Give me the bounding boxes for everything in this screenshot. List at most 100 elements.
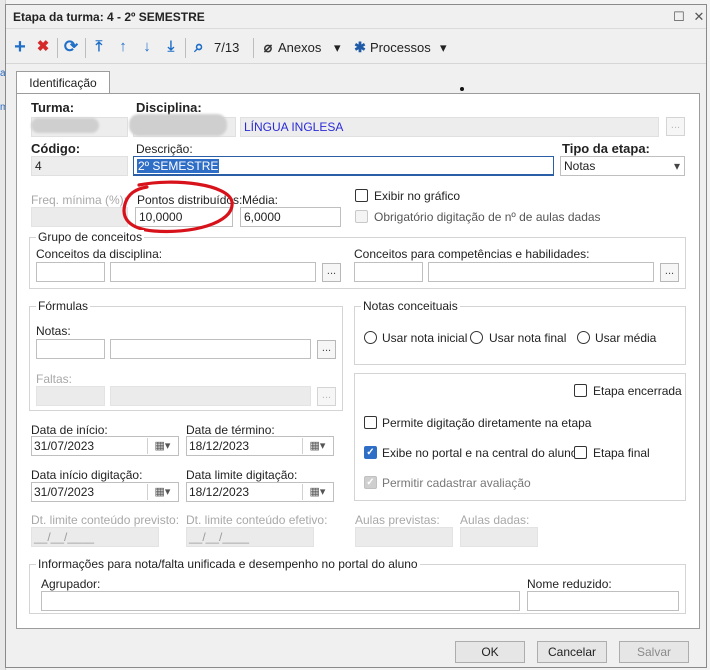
next-record-icon[interactable]: ↓ [138,37,156,57]
etapa-encerrada-label: Etapa encerrada [593,384,682,398]
aulas-dadas-field[interactable] [460,527,538,547]
faltas-name-field[interactable] [110,386,311,406]
toolbar: + ✖ ⟳ ⤒ ↑ ↓ ⤓ ⌕ 7/13 ⌀ Anexos ▾ ✱ Proces… [6,30,706,64]
last-record-icon[interactable]: ⤓ [162,37,180,57]
permite-digitacao-checkbox[interactable] [364,416,377,429]
calendar-icon[interactable]: ▦▾ [302,484,332,500]
cancel-button[interactable]: Cancelar [537,641,607,663]
delete-icon[interactable]: ✖ [33,37,53,57]
calendar-icon[interactable]: ▦▾ [147,484,177,500]
search-icon[interactable]: ⌕ [190,37,208,57]
tipo-etapa-select[interactable]: Notas ▾ [560,156,685,176]
close-button[interactable]: ✕ [690,8,708,26]
usar-nota-final-label: Usar nota final [489,331,567,345]
data-termino-label: Data de término: [186,423,275,437]
processes-menu[interactable]: Processos [370,40,431,55]
add-icon[interactable]: + [10,37,30,57]
data-limite-digitacao-field[interactable]: 18/12/2023 ▦▾ [186,482,334,502]
data-inicio-digitacao-field[interactable]: 31/07/2023 ▦▾ [31,482,179,502]
identificacao-panel: Turma: Disciplina: LÍNGUA INGLESA ... Có… [16,93,700,629]
media-label: Média: [242,193,279,207]
conceitos-competencias-lookup-button[interactable]: ... [660,263,679,282]
exibir-grafico-checkbox[interactable] [355,189,368,202]
descricao-label: Descrição: [136,142,193,156]
ok-button[interactable]: OK [455,641,525,663]
media-field[interactable]: 6,0000 [240,207,341,227]
etapa-encerrada-checkbox[interactable] [574,384,587,397]
data-inicio-digitacao-value: 31/07/2023 [34,485,95,499]
dt-limite-previsto-label: Dt. limite conteúdo previsto: [31,513,180,527]
conceitos-competencias-code-field[interactable] [354,262,423,282]
nome-reduzido-field[interactable] [527,591,679,611]
tab-identificacao[interactable]: Identificação [16,71,110,94]
attachments-menu[interactable]: Anexos [278,40,321,55]
previous-record-icon[interactable]: ↑ [114,37,132,57]
conceitos-disciplina-lookup-button[interactable]: ... [322,263,341,282]
window-title: Etapa da turma: 4 - 2º SEMESTRE [13,10,205,24]
record-counter: 7/13 [214,40,240,55]
processes-icon[interactable]: ✱ [353,37,367,57]
formulas-group: Fórmulas Notas: ... Faltas: ... [29,299,343,411]
conceitos-disciplina-name-field[interactable] [110,262,316,282]
data-termino-field[interactable]: 18/12/2023 ▦▾ [186,436,334,456]
permitir-avaliacao-checkbox[interactable]: ✓ [364,476,377,489]
grupo-conceitos-title: Grupo de conceitos [36,230,145,244]
refresh-icon[interactable]: ⟳ [61,37,81,57]
chevron-down-icon: ▾ [673,159,680,173]
title-bar: Etapa da turma: 4 - 2º SEMESTRE ☐ ✕ [6,5,706,29]
conceitos-competencias-label: Conceitos para competências e habilidade… [354,247,590,261]
tipo-etapa-value: Notas [564,159,596,173]
calendar-icon[interactable]: ▦▾ [302,438,332,454]
disciplina-lookup-button[interactable]: ... [666,117,685,136]
toolbar-separator [253,38,254,58]
maximize-button[interactable]: ☐ [670,8,688,26]
toolbar-separator [57,38,58,58]
notas-code-field[interactable] [36,339,105,359]
data-inicio-field[interactable]: 31/07/2023 ▦▾ [31,436,179,456]
data-inicio-label: Data de início: [31,423,108,437]
codigo-field[interactable]: 4 [31,156,128,176]
descricao-field[interactable]: 2º SEMESTRE [133,156,554,176]
faltas-lookup-button[interactable]: ... [317,387,336,406]
dt-limite-previsto-field[interactable]: __/__/____ [31,527,159,547]
disciplina-name-field[interactable]: LÍNGUA INGLESA [240,117,659,137]
chevron-down-icon[interactable]: ▾ [334,40,341,56]
etapa-final-checkbox[interactable] [574,446,587,459]
info-unificada-title: Informações para nota/falta unificada e … [36,557,420,571]
etapa-options-group: Etapa encerrada Permite digitação direta… [354,373,686,501]
dt-limite-efetivo-field[interactable]: __/__/____ [186,527,314,547]
agrupador-label: Agrupador: [41,577,101,591]
obrigatorio-checkbox[interactable] [355,210,368,223]
etapa-final-label: Etapa final [593,446,650,460]
exibe-portal-label: Exibe no portal e na central do aluno [382,446,578,460]
agrupador-field[interactable] [41,591,520,611]
freq-minima-label: Freq. mínima (%): [31,193,128,207]
conceitos-disciplina-label: Conceitos da disciplina: [36,247,163,261]
first-record-icon[interactable]: ⤒ [90,37,108,57]
faltas-code-field[interactable] [36,386,105,406]
notas-lookup-button[interactable]: ... [317,340,336,359]
data-inicio-value: 31/07/2023 [34,439,95,453]
conceitos-competencias-name-field[interactable] [428,262,654,282]
usar-nota-final-radio[interactable] [470,331,483,344]
calendar-icon[interactable]: ▦▾ [147,438,177,454]
permitir-avaliacao-label: Permitir cadastrar avaliação [382,476,531,490]
chevron-down-icon[interactable]: ▾ [440,40,447,56]
faltas-label: Faltas: [36,372,73,386]
data-limite-digitacao-label: Data limite digitação: [186,468,298,482]
aulas-previstas-field[interactable] [355,527,453,547]
save-button[interactable]: Salvar [619,641,689,663]
dt-limite-efetivo-value: __/__/____ [189,530,250,544]
data-termino-value: 18/12/2023 [189,439,250,453]
usar-media-radio[interactable] [577,331,590,344]
usar-nota-inicial-radio[interactable] [364,331,377,344]
exibe-portal-checkbox[interactable]: ✓ [364,446,377,459]
notas-name-field[interactable] [110,339,311,359]
attachment-icon[interactable]: ⌀ [261,37,275,57]
formulas-title: Fórmulas [36,299,91,313]
permite-digitacao-label: Permite digitação diretamente na etapa [382,416,592,430]
freq-minima-field[interactable] [31,207,128,227]
aulas-previstas-label: Aulas previstas: [355,513,440,527]
descricao-selected-text: 2º SEMESTRE [137,159,220,173]
conceitos-disciplina-code-field[interactable] [36,262,105,282]
